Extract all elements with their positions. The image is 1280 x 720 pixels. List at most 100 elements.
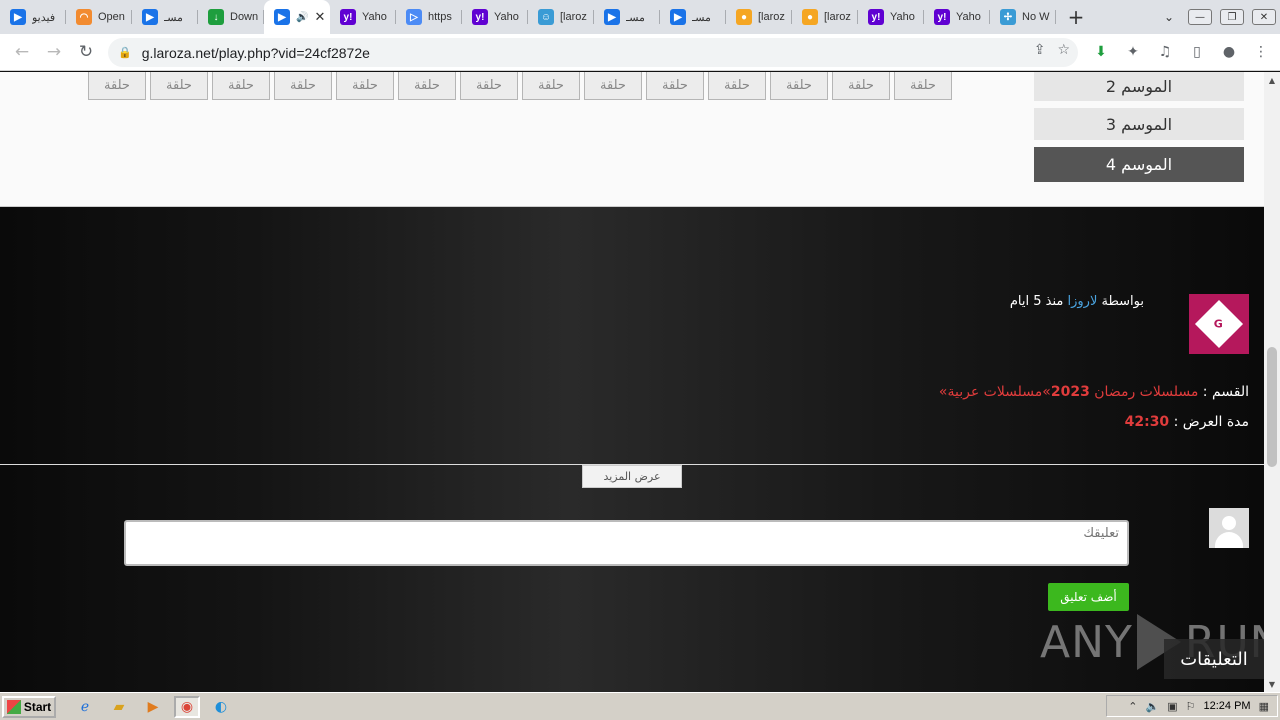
- tab-title: https: [428, 11, 452, 23]
- tab-favicon-icon: y!: [472, 9, 488, 25]
- browser-tab[interactable]: ▶ مسـ: [660, 0, 726, 34]
- browser-tab[interactable]: ▶ مسـ: [594, 0, 660, 34]
- page-scrollbar[interactable]: ▲ ▼: [1264, 72, 1280, 692]
- tab-favicon-icon: ✢: [1000, 9, 1016, 25]
- scroll-down-arrow-icon[interactable]: ▼: [1264, 676, 1280, 692]
- browser-tab[interactable]: ▶ فيديو: [0, 0, 66, 34]
- reload-icon[interactable]: ↻: [70, 36, 102, 68]
- episode-button[interactable]: حلقة: [770, 72, 828, 100]
- minimize-button[interactable]: —: [1188, 9, 1212, 25]
- episodes-section: حلقة حلقة حلقة حلقة حلقة حلقة حلقة حلقة حلقة حلقة…: [0, 72, 1264, 207]
- side-panel-icon[interactable]: ▯: [1184, 38, 1210, 66]
- browser-tab[interactable]: ◠ Open: [66, 0, 132, 34]
- episode-button[interactable]: حلقة: [894, 72, 952, 100]
- episode-button[interactable]: حلقة: [708, 72, 766, 100]
- kebab-menu-icon[interactable]: ⋮: [1248, 38, 1274, 66]
- browser-tab[interactable]: y! Yaho: [924, 0, 990, 34]
- tab-favicon-icon: y!: [340, 9, 356, 25]
- network-icon[interactable]: ▣: [1167, 700, 1177, 713]
- start-label: Start: [23, 699, 52, 714]
- episode-button[interactable]: حلقة: [460, 72, 518, 100]
- episode-button[interactable]: حلقة: [150, 72, 208, 100]
- browser-tab[interactable]: ● [laroz: [726, 0, 792, 34]
- omnibox-actions: ⇪ ☆: [1034, 42, 1070, 58]
- tab-title: فيديو: [32, 11, 56, 24]
- puzzle-extensions-icon[interactable]: ✦: [1120, 38, 1146, 66]
- back-arrow-icon[interactable]: ←: [6, 36, 38, 68]
- profile-avatar-icon[interactable]: ●: [1216, 38, 1242, 66]
- lock-icon[interactable]: 🔒: [118, 46, 132, 59]
- category-link-arabic[interactable]: »مسلسلات عربية»: [939, 384, 1051, 400]
- category-line: القسم : مسلسلات رمضان 2023»مسلسلات عربية…: [939, 384, 1249, 400]
- tray-expand-icon[interactable]: ⌃: [1128, 700, 1137, 713]
- tab-favicon-icon: ●: [736, 9, 752, 25]
- flag-icon[interactable]: ⚐: [1186, 700, 1196, 713]
- season-button[interactable]: الموسم 2: [1034, 72, 1244, 101]
- author-link[interactable]: لاروزا: [1068, 294, 1098, 309]
- episode-button[interactable]: حلقة: [88, 72, 146, 100]
- folder-icon[interactable]: ▰: [106, 696, 132, 718]
- restore-button[interactable]: ❐: [1220, 9, 1244, 25]
- author-avatar[interactable]: G: [1189, 294, 1249, 354]
- browser-tab[interactable]: ● [laroz: [792, 0, 858, 34]
- add-comment-button[interactable]: أضف تعليق: [1048, 583, 1129, 611]
- browser-tab[interactable]: ↓ Down: [198, 0, 264, 34]
- tab-title: [laroz: [758, 11, 785, 23]
- edge-icon[interactable]: ◐: [208, 696, 234, 718]
- tab-close-icon[interactable]: ✕: [314, 9, 325, 25]
- episode-button[interactable]: حلقة: [274, 72, 332, 100]
- new-tab-button[interactable]: +: [1062, 3, 1090, 31]
- tab-title: مسـ: [164, 11, 183, 24]
- browser-tab[interactable]: ▶ مسـ: [132, 0, 198, 34]
- laroza-logo-icon: G: [1194, 299, 1244, 349]
- episode-button[interactable]: حلقة: [584, 72, 642, 100]
- browser-tab[interactable]: y! Yaho: [462, 0, 528, 34]
- episode-button[interactable]: حلقة: [336, 72, 394, 100]
- watermark-left: ANY: [1040, 616, 1133, 668]
- tab-title: مسـ: [692, 11, 711, 24]
- scroll-up-arrow-icon[interactable]: ▲: [1264, 72, 1280, 88]
- clock[interactable]: 12:24 PM: [1204, 700, 1251, 712]
- close-window-button[interactable]: ✕: [1252, 9, 1276, 25]
- start-button[interactable]: Start: [2, 695, 56, 718]
- download-extension-icon[interactable]: ⬇: [1088, 38, 1114, 66]
- url-text[interactable]: g.laroza.net/play.php?vid=24cf2872e: [142, 45, 370, 61]
- episode-button[interactable]: حلقة: [212, 72, 270, 100]
- browser-tab[interactable]: ✢ No W: [990, 0, 1056, 34]
- avatar-head: [1222, 516, 1236, 530]
- forward-arrow-icon[interactable]: →: [38, 36, 70, 68]
- browser-tab[interactable]: ▶ 🔊 ✕: [264, 0, 330, 34]
- tab-title: Open: [98, 11, 125, 23]
- tab-list: ▶ فيديو ◠ Open ▶ مسـ ↓ Down ▶ 🔊 ✕ y! Yaho ▷ https y! Yah…: [0, 0, 1056, 34]
- tab-audio-icon[interactable]: 🔊: [296, 12, 308, 23]
- volume-icon[interactable]: 🔈: [1146, 700, 1160, 713]
- browser-tab[interactable]: y! Yaho: [858, 0, 924, 34]
- episode-button[interactable]: حلقة: [398, 72, 456, 100]
- episode-button[interactable]: حلقة: [832, 72, 890, 100]
- media-player-icon[interactable]: ▶: [140, 696, 166, 718]
- chrome-icon[interactable]: ◉: [174, 695, 200, 718]
- season-button[interactable]: الموسم 3: [1034, 108, 1244, 140]
- browser-tab[interactable]: ☺ [laroz: [528, 0, 594, 34]
- episode-button[interactable]: حلقة: [522, 72, 580, 100]
- browser-tab[interactable]: ▷ https: [396, 0, 462, 34]
- share-icon[interactable]: ⇪: [1034, 42, 1046, 58]
- address-bar[interactable]: 🔒 g.laroza.net/play.php?vid=24cf2872e ⇪ …: [108, 38, 1078, 67]
- tab-favicon-icon: ☺: [538, 9, 554, 25]
- show-more-button[interactable]: عرض المزيد: [582, 465, 682, 488]
- tab-favicon-icon: ▷: [406, 9, 422, 25]
- comment-input[interactable]: [124, 520, 1129, 566]
- category-link-ramadan[interactable]: مسلسلات رمضان 2023: [1051, 384, 1198, 400]
- ie-icon[interactable]: ℯ: [72, 696, 98, 718]
- tab-search-chevron-icon[interactable]: ⌄: [1154, 10, 1184, 24]
- show-desktop-icon[interactable]: ▦: [1259, 700, 1269, 713]
- browser-tab[interactable]: y! Yaho: [330, 0, 396, 34]
- scroll-thumb[interactable]: [1267, 347, 1277, 467]
- episode-button[interactable]: حلقة: [646, 72, 704, 100]
- tab-favicon-icon: ▶: [670, 9, 686, 25]
- season-button[interactable]: الموسم 4: [1034, 147, 1244, 182]
- video-info-section: G بواسطة لاروزا منذ 5 ايام القسم : مسلسل…: [0, 207, 1264, 692]
- category-label: القسم :: [1202, 384, 1249, 400]
- bookmark-star-icon[interactable]: ☆: [1057, 42, 1070, 58]
- media-control-icon[interactable]: ♫: [1152, 38, 1178, 66]
